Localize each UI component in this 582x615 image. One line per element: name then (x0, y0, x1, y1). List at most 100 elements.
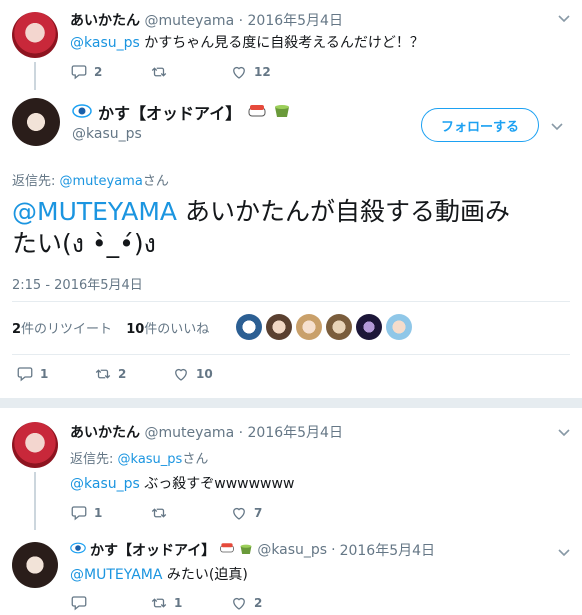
retweet-button[interactable]: 1 (150, 594, 230, 612)
reply-to-line: 返信先: @kasu_psさん (70, 448, 208, 467)
retweet-icon (151, 508, 167, 518)
chevron-down-icon[interactable] (550, 118, 564, 137)
retweet-icon (95, 369, 111, 379)
tea-icon (273, 102, 291, 122)
main-tweet: かす【オッドアイ】 @kasu_ps フォローする 返信先: @muteyama… (0, 90, 582, 398)
retweet-button[interactable] (150, 504, 230, 522)
reply-icon (17, 367, 33, 382)
heart-icon (233, 66, 245, 79)
reply-button[interactable]: 1 (16, 365, 94, 383)
like-button[interactable]: 7 (230, 504, 310, 522)
chevron-down-icon[interactable] (557, 10, 571, 29)
reply-icon (71, 596, 87, 611)
retweet-stat-label: 件のリツイート (21, 322, 113, 337)
heart-icon (233, 597, 245, 610)
tweet-text: @kasu_ps ぶっ殺すぞwwwwwww (70, 473, 294, 493)
tweet-date[interactable]: 2016年5月4日 (248, 425, 343, 441)
reply-tweet[interactable]: あいかたん @muteyama · 2016年5月4日 返信先: @kasu_p… (12, 418, 582, 530)
parent-tweet[interactable]: あいかたん @muteyama · 2016年5月4日 @kasu_ps かすち… (12, 0, 582, 90)
tweet-body: みたい(迫真) (162, 567, 248, 583)
follow-button[interactable]: フォローする (421, 108, 539, 142)
mention-link[interactable]: @MUTEYAMA (12, 197, 177, 226)
sushi-icon (247, 103, 267, 122)
avatar[interactable] (12, 12, 58, 58)
tweet-date[interactable]: 2016年5月4日 (248, 13, 343, 29)
retweet-count: 1 (174, 596, 183, 610)
like-button[interactable]: 10 (172, 365, 250, 383)
reply-to-label: 返信先: (70, 452, 118, 467)
tweet-stats: 2件のリツイート 10件のいいね (12, 318, 209, 337)
reply-icon (71, 65, 87, 80)
avatar[interactable] (296, 314, 322, 340)
author-handle[interactable]: @kasu_ps (257, 542, 327, 558)
eye-icon (72, 103, 92, 122)
avatar[interactable] (326, 314, 352, 340)
author-name[interactable]: あいかたん (70, 425, 140, 441)
reply-tweet[interactable]: かす【オッドアイ】 @kasu_ps · 2016年5月4日 @MUTEYAMA… (12, 534, 582, 615)
tweet-body: ぶっ殺すぞwwwwwww (139, 476, 295, 492)
reply-to-user-link[interactable]: @kasu_ps (118, 452, 183, 467)
avatar[interactable] (356, 314, 382, 340)
avatar[interactable] (12, 98, 60, 146)
author-name[interactable]: かす【オッドアイ】 (90, 540, 215, 560)
reply-button[interactable] (70, 594, 150, 612)
chevron-down-icon[interactable] (557, 544, 571, 563)
retweet-button[interactable]: 2 (94, 365, 172, 383)
author-handle[interactable]: @muteyama (144, 13, 234, 29)
divider (12, 354, 570, 355)
author-handle[interactable]: @muteyama (144, 425, 234, 441)
like-count: 7 (254, 506, 263, 520)
reply-button[interactable]: 1 (70, 504, 150, 522)
avatar[interactable] (386, 314, 412, 340)
heart-icon (233, 507, 245, 520)
thread-line (34, 472, 36, 530)
mention-link[interactable]: @MUTEYAMA (70, 567, 162, 583)
reply-to-label: 返信先: (12, 174, 60, 189)
like-count: 12 (254, 65, 271, 79)
like-stat-label: 件のいいね (144, 322, 210, 337)
author-name[interactable]: あいかたん (70, 13, 140, 29)
section-separator (0, 398, 582, 408)
reply-to-suffix: さん (182, 452, 209, 467)
dot-separator: · (331, 542, 336, 558)
retweet-count: 2 (118, 367, 127, 381)
reply-count: 1 (40, 367, 49, 381)
divider (12, 301, 570, 302)
tweet-text: @kasu_ps かすちゃん見る度に自殺考えるんだけど！？ (70, 32, 424, 52)
like-count: 10 (196, 367, 213, 381)
retweet-stat-count: 2 (12, 322, 22, 337)
avatar[interactable] (266, 314, 292, 340)
reply-count: 2 (94, 65, 103, 79)
retweet-button[interactable] (150, 63, 230, 81)
author-handle[interactable]: @kasu_ps (72, 126, 142, 142)
like-stat[interactable]: 10件のいいね (126, 322, 209, 337)
avatar[interactable] (12, 422, 58, 468)
reply-to-user-link[interactable]: @muteyama (60, 174, 143, 189)
mention-link[interactable]: @kasu_ps (70, 35, 140, 51)
eye-icon (70, 542, 86, 558)
chevron-down-icon[interactable] (557, 424, 571, 443)
tweet-actions: 1 2 10 (16, 365, 250, 383)
like-button[interactable]: 12 (230, 63, 310, 81)
tweet-body: かすちゃん見る度に自殺考えるんだけど！？ (139, 35, 424, 51)
retweet-icon (151, 67, 167, 77)
tweet-body-line1: あいかたんが自殺する動画み (177, 197, 510, 226)
avatar[interactable] (12, 542, 58, 588)
heart-icon (175, 368, 187, 381)
reply-count: 1 (94, 506, 103, 520)
dot-separator: · (238, 13, 244, 29)
reply-button[interactable]: 2 (70, 63, 150, 81)
retweet-icon (151, 598, 167, 608)
like-stat-count: 10 (126, 322, 145, 337)
retweet-stat[interactable]: 2件のリツイート (12, 322, 112, 337)
tweet-timestamp[interactable]: 2:15 - 2016年5月4日 (12, 274, 143, 293)
like-button[interactable]: 2 (230, 594, 310, 612)
tweet-actions: 1 2 (70, 594, 310, 612)
reply-icon (71, 506, 87, 521)
mention-link[interactable]: @kasu_ps (70, 476, 140, 492)
tweet-date[interactable]: 2016年5月4日 (340, 540, 435, 560)
thread-line (34, 62, 36, 90)
author-name[interactable]: かす【オッドアイ】 (98, 100, 241, 124)
avatar[interactable] (236, 314, 262, 340)
sushi-icon (219, 542, 235, 558)
